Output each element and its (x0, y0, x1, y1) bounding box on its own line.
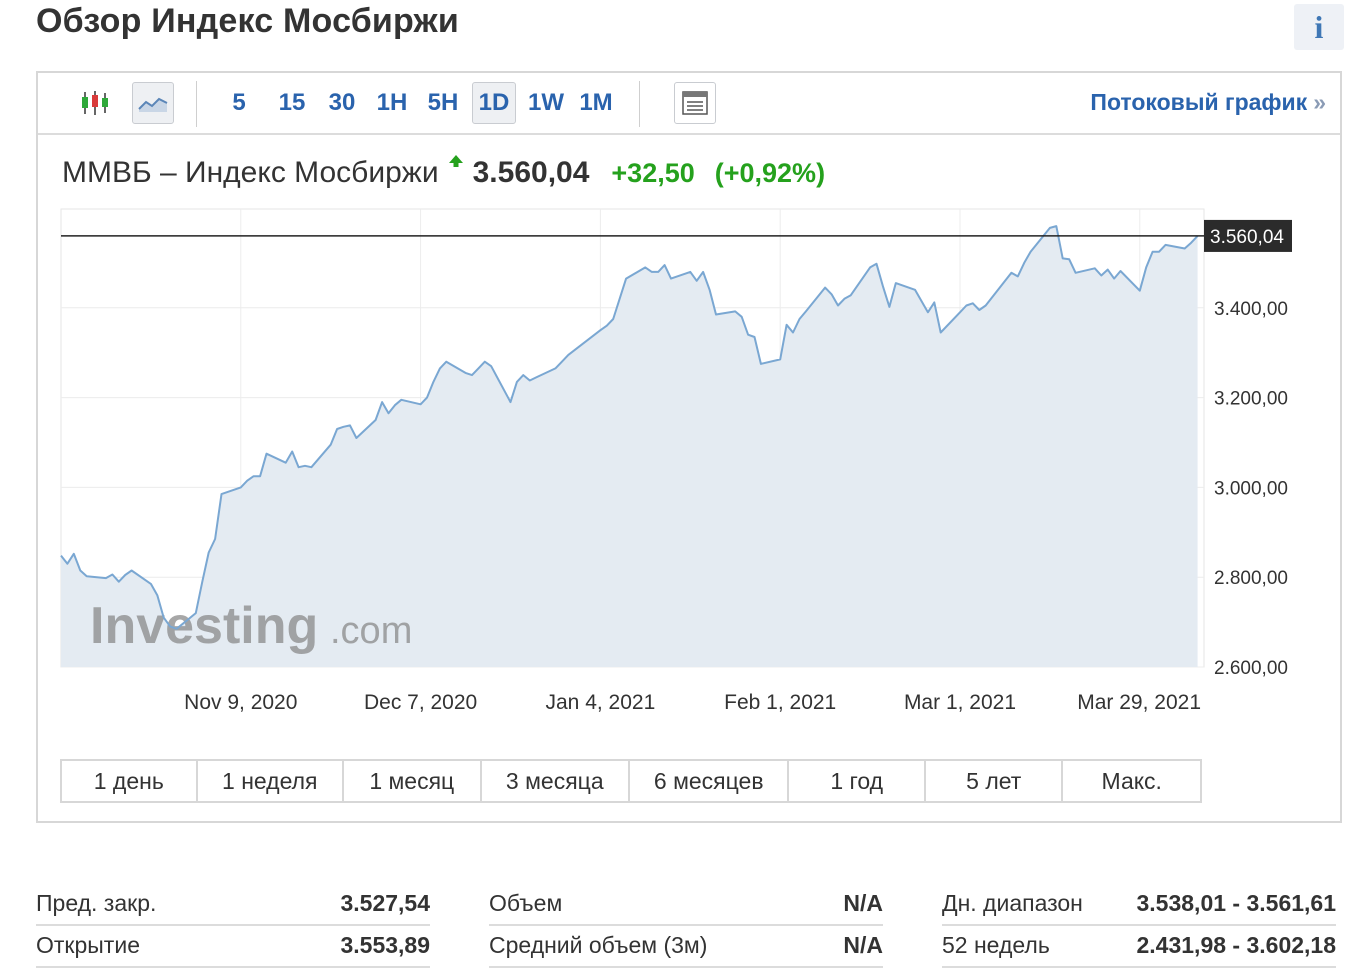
range-option-2[interactable]: 1 месяц (344, 761, 482, 801)
stat-row: Пред. закр. 3.527,54 (36, 884, 430, 926)
info-icon: i (1314, 8, 1324, 45)
x-tick-label: Mar 1, 2021 (904, 691, 1016, 714)
range-option-3[interactable]: 3 месяца (482, 761, 631, 801)
stat-label: Объем (489, 890, 563, 916)
stat-value: N/A (843, 932, 883, 958)
stat-value: 3.553,89 (340, 932, 430, 958)
stat-value: 3.538,01 - 3.561,61 (1136, 890, 1337, 916)
stats-column-3: Дн. диапазон 3.538,01 - 3.561,61 52 недель… (942, 884, 1336, 968)
x-tick-label: Feb 1, 2021 (724, 691, 836, 714)
y-tick-label: 3.000,00 (1214, 478, 1288, 499)
x-tick-label: Dec 7, 2020 (364, 691, 477, 714)
stat-row: Средний объем (3м) N/A (489, 926, 883, 968)
range-option-4[interactable]: 6 месяцев (630, 761, 790, 801)
range-option-1[interactable]: 1 неделя (198, 761, 345, 801)
stat-label: 52 недель (942, 932, 1050, 958)
stat-value: N/A (843, 890, 883, 916)
stat-row: Открытие 3.553,89 (36, 926, 430, 968)
stat-label: Средний объем (3м) (489, 932, 708, 958)
y-tick-label: 3.400,00 (1214, 299, 1288, 320)
stat-label: Дн. диапазон (942, 890, 1083, 916)
y-tick-label: 2.800,00 (1214, 568, 1288, 589)
stat-label: Открытие (36, 932, 140, 958)
info-button[interactable]: i (1294, 4, 1344, 50)
range-option-0[interactable]: 1 день (62, 761, 198, 801)
stat-row: 52 недель 2.431,98 - 3.602,18 (942, 926, 1336, 968)
stat-row: Объем N/A (489, 884, 883, 926)
x-tick-label: Nov 9, 2020 (184, 691, 297, 714)
y-tick-label: 3.200,00 (1214, 389, 1288, 410)
stats-column-2: Объем N/A Средний объем (3м) N/A (489, 884, 883, 968)
range-option-7[interactable]: Макс. (1063, 761, 1200, 801)
stat-row: Дн. диапазон 3.538,01 - 3.561,61 (942, 884, 1336, 926)
stat-value: 3.527,54 (340, 890, 430, 916)
range-option-5[interactable]: 1 год (789, 761, 926, 801)
price-chart[interactable]: Investing .com 3.560,04 2.600,00 2.800,00 3.0… (38, 73, 1340, 753)
page-title: Обзор Индекс Мосбиржи (36, 2, 459, 40)
x-tick-label: Mar 29, 2021 (1077, 691, 1201, 714)
investing-watermark-suffix: .com (330, 610, 412, 652)
time-range-selector: 1 день 1 неделя 1 месяц 3 месяца 6 месяцев 1 … (60, 759, 1202, 803)
last-price-label: 3.560,04 (1210, 227, 1284, 248)
range-option-6[interactable]: 5 лет (926, 761, 1064, 801)
x-tick-label: Jan 4, 2021 (546, 691, 656, 714)
y-tick-label: 2.600,00 (1214, 658, 1288, 679)
chart-panel: 5 15 30 1H 5H 1D 1W 1M Потоковый график» ММВБ –… (36, 71, 1342, 823)
stat-value: 2.431,98 - 3.602,18 (1136, 932, 1337, 958)
stats-column-1: Пред. закр. 3.527,54 Открытие 3.553,89 (36, 884, 430, 968)
stat-label: Пред. закр. (36, 890, 157, 916)
investing-watermark: Investing (90, 597, 318, 655)
